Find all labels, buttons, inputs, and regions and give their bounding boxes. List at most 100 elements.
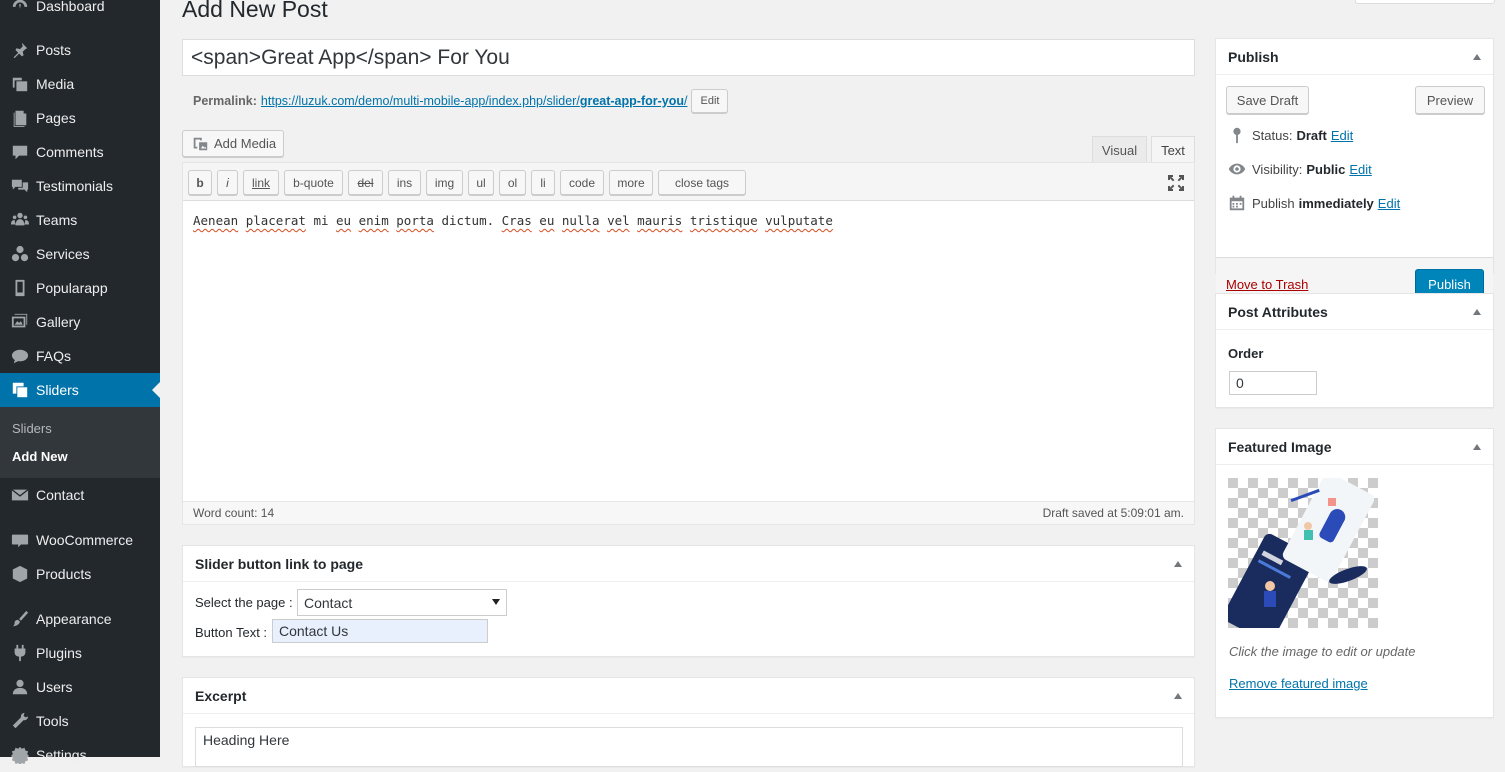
toggle-arrow-icon[interactable]	[1174, 693, 1182, 699]
excerpt-textarea[interactable]: Heading Here	[195, 727, 1183, 767]
sidebar-item-appearance[interactable]: Appearance	[0, 602, 160, 636]
settings-icon	[0, 746, 36, 764]
sidebar-item-label: Contact	[36, 487, 85, 503]
featured-image-box: Featured Image Click the image to edit o…	[1215, 428, 1494, 718]
email-icon	[0, 486, 36, 504]
quicktag-more-button[interactable]: more	[609, 170, 653, 195]
archive-icon	[0, 565, 36, 583]
sidebar-item-media[interactable]: Media	[0, 67, 160, 101]
excerpt-box-title[interactable]: Excerpt	[183, 678, 1194, 714]
sidebar-item-services[interactable]: Services	[0, 237, 160, 271]
featured-image-thumbnail[interactable]	[1228, 478, 1378, 628]
slider-button-box-title[interactable]: Slider button link to page	[183, 546, 1194, 582]
sidebar-item-products[interactable]: Products	[0, 557, 160, 591]
screen-options-tab[interactable]	[1355, 0, 1495, 4]
quicktags-toolbar: b i link b-quote del ins img ul ol li code more clos…	[183, 163, 1194, 201]
sidebar-item-sliders[interactable]: Sliders	[0, 373, 160, 407]
admin-sidebar: Dashboard Posts Media Pages Comments Testimon…	[0, 0, 160, 764]
quicktag-del-button[interactable]: del	[348, 170, 383, 195]
word-count: Word count: 14	[193, 506, 275, 520]
wrench-icon	[0, 712, 36, 730]
content-editor: b i link b-quote del ins img ul ol li code more clos…	[182, 162, 1195, 525]
post-attributes-title[interactable]: Post Attributes	[1216, 294, 1493, 330]
featured-image-title[interactable]: Featured Image	[1216, 429, 1493, 465]
sidebar-item-dashboard[interactable]: Dashboard	[0, 0, 160, 23]
button-text-input[interactable]: Contact Us	[272, 619, 488, 643]
post-attributes-box: Post Attributes Order 0	[1215, 293, 1494, 408]
move-to-trash-link[interactable]: Move to Trash	[1226, 277, 1308, 292]
brush-icon	[0, 610, 36, 628]
chevron-down-icon	[492, 599, 500, 605]
sidebar-item-teams[interactable]: Teams	[0, 203, 160, 237]
preview-button[interactable]: Preview	[1415, 86, 1485, 114]
quicktag-close-tags-button[interactable]: close tags	[658, 170, 746, 195]
sidebar-item-pages[interactable]: Pages	[0, 101, 160, 135]
calendar-icon	[1229, 195, 1245, 211]
gallery-icon	[0, 313, 36, 331]
sidebar-item-label: WooCommerce	[36, 532, 133, 548]
order-label: Order	[1228, 346, 1264, 361]
tab-visual[interactable]: Visual	[1092, 136, 1147, 163]
order-input[interactable]: 0	[1229, 371, 1317, 395]
woo-icon	[0, 531, 36, 549]
content-textarea[interactable]: Aenean placerat mi eu enim porta dictum.…	[193, 213, 833, 228]
sidebar-item-faqs[interactable]: FAQs	[0, 339, 160, 373]
sidebar-item-tools[interactable]: Tools	[0, 704, 160, 738]
save-draft-button[interactable]: Save Draft	[1226, 86, 1309, 114]
toggle-arrow-icon[interactable]	[1473, 54, 1481, 60]
remove-featured-image-link[interactable]: Remove featured image	[1229, 676, 1368, 691]
quicktag-code-button[interactable]: code	[560, 170, 604, 195]
slides-icon	[0, 381, 36, 399]
sidebar-item-label: FAQs	[36, 348, 72, 364]
fullscreen-icon[interactable]	[1167, 174, 1185, 192]
tab-text[interactable]: Text	[1151, 136, 1195, 163]
toggle-arrow-icon[interactable]	[1174, 561, 1182, 567]
quicktag-ol-button[interactable]: ol	[499, 170, 526, 195]
slider-button-box: Slider button link to page Select the pa…	[182, 545, 1195, 657]
schedule-row: Publish immediately Edit	[1228, 194, 1400, 212]
sidebar-item-posts[interactable]: Posts	[0, 33, 160, 67]
publish-box-title[interactable]: Publish	[1216, 39, 1493, 75]
toggle-arrow-icon[interactable]	[1473, 309, 1481, 315]
permalink-label: Permalink:	[193, 94, 257, 108]
sidebar-item-settings[interactable]: Settings	[0, 738, 160, 772]
permalink-link[interactable]: https://luzuk.com/demo/multi-mobile-app/…	[261, 94, 688, 108]
quicktag-i-button[interactable]: i	[217, 170, 238, 195]
sidebar-item-users[interactable]: Users	[0, 670, 160, 704]
visibility-row: Visibility: Public Edit	[1228, 160, 1372, 178]
quicktag-b-quote-button[interactable]: b-quote	[284, 170, 343, 195]
publish-box: Publish Save Draft Preview Status: Draft E…	[1215, 38, 1494, 312]
sidebar-item-woocommerce[interactable]: WooCommerce	[0, 523, 160, 557]
toggle-arrow-icon[interactable]	[1473, 444, 1481, 450]
featured-image-hint: Click the image to edit or update	[1229, 644, 1416, 659]
sidebar-item-label: Popularapp	[36, 280, 108, 296]
sidebar-item-comments[interactable]: Comments	[0, 135, 160, 169]
quicktag-ul-button[interactable]: ul	[468, 170, 494, 195]
select-page-dropdown[interactable]: Contact	[297, 589, 507, 616]
add-media-button[interactable]: Add Media	[182, 130, 284, 157]
sidebar-item-gallery[interactable]: Gallery	[0, 305, 160, 339]
edit-visibility-link[interactable]: Edit	[1349, 162, 1371, 177]
post-title-input[interactable]: <span>Great App</span> For You	[182, 39, 1195, 76]
groups-icon	[0, 211, 36, 229]
quicktag-b-button[interactable]: b	[188, 170, 212, 195]
quicktag-ins-button[interactable]: ins	[388, 170, 421, 195]
edit-schedule-link[interactable]: Edit	[1378, 196, 1400, 211]
permalink-edit-button[interactable]: Edit	[691, 89, 729, 113]
quicktag-img-button[interactable]: img	[426, 170, 463, 195]
quicktag-li-button[interactable]: li	[531, 170, 555, 195]
sidebar-item-label: Plugins	[36, 645, 82, 661]
edit-status-link[interactable]: Edit	[1331, 128, 1353, 143]
quicktag-link-button[interactable]: link	[243, 170, 279, 195]
submenu-item-sliders[interactable]: Sliders	[12, 421, 52, 436]
sidebar-item-plugins[interactable]: Plugins	[0, 636, 160, 670]
sidebar-item-contact[interactable]: Contact	[0, 478, 160, 512]
sidebar-item-label: Teams	[36, 212, 78, 228]
sidebar-item-label: Dashboard	[36, 0, 105, 14]
testimonial-icon	[0, 177, 36, 195]
sidebar-item-label: Products	[36, 566, 92, 582]
sidebar-item-testimonials[interactable]: Testimonials	[0, 169, 160, 203]
submenu-item-add-new[interactable]: Add New	[12, 449, 68, 464]
sidebar-item-label: Pages	[36, 110, 76, 126]
sidebar-item-popularapp[interactable]: Popularapp	[0, 271, 160, 305]
